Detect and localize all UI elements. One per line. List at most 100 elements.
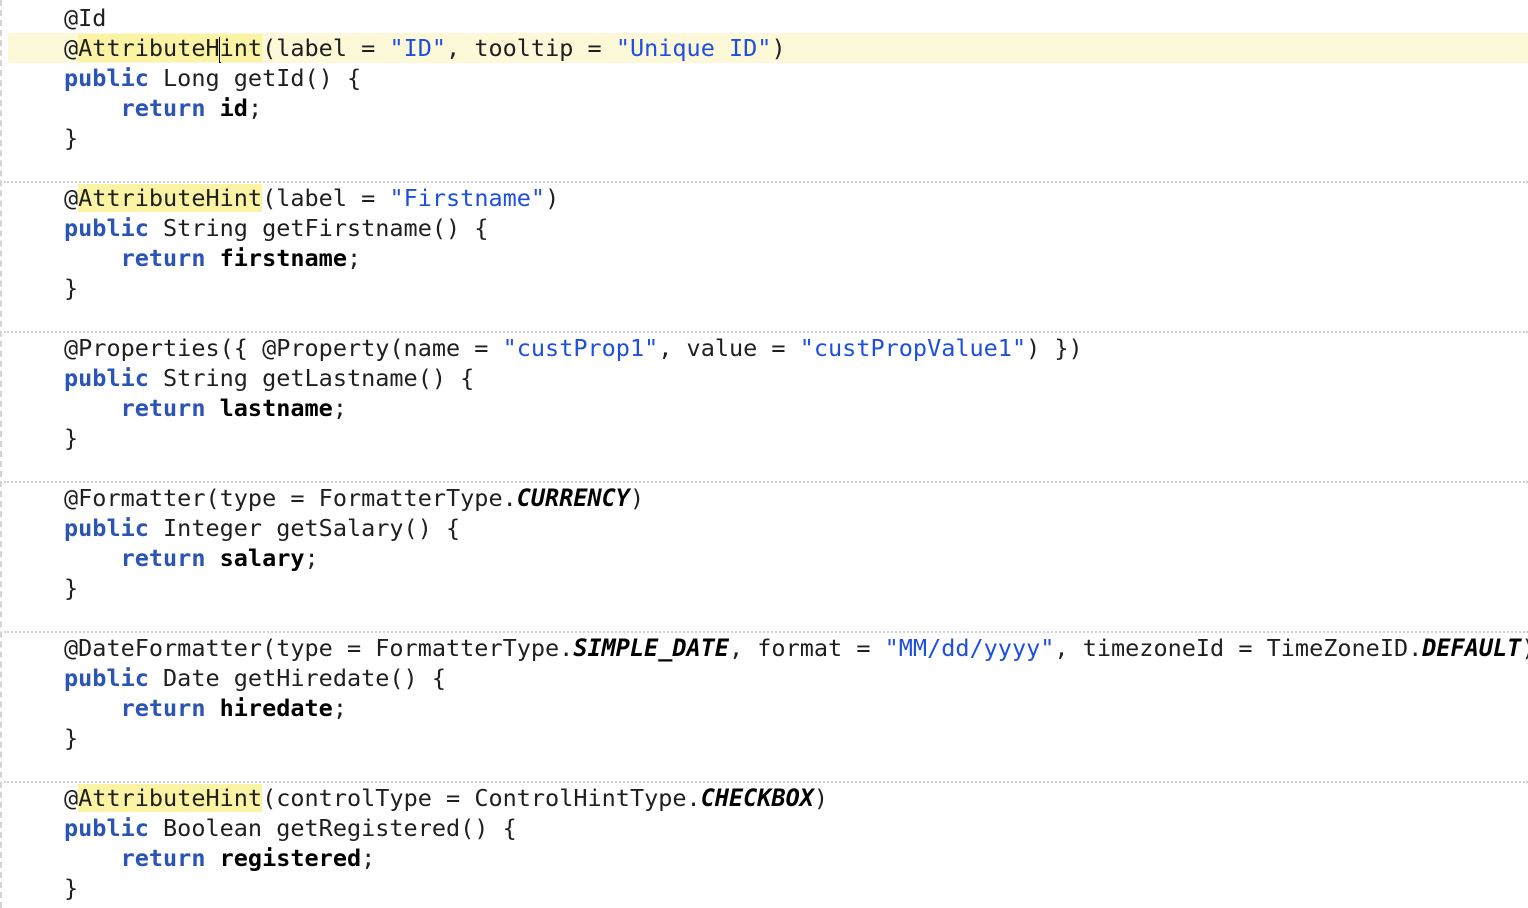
keyword-token: public <box>64 214 149 242</box>
code-line[interactable]: } <box>8 573 1528 603</box>
code-line[interactable]: } <box>8 273 1528 303</box>
code-token: String getFirstname() { <box>148 214 489 242</box>
code-token: } <box>64 724 79 752</box>
code-token: @ <box>64 784 79 812</box>
code-line[interactable]: } <box>8 873 1528 903</box>
code-line[interactable] <box>8 153 1528 183</box>
code-token: } <box>64 574 79 602</box>
code-token: ; <box>247 94 263 122</box>
code-editor[interactable]: @Id @AttributeHint(label = "ID", tooltip … <box>0 0 1528 908</box>
code-line[interactable]: public String getLastname() { <box>8 363 1528 393</box>
keyword-token: public <box>64 814 149 842</box>
string-literal-token: "MM/dd/yyyy" <box>884 634 1055 662</box>
code-token: , timezoneId = TimeZoneID. <box>1054 634 1423 662</box>
keyword-token: return <box>120 394 206 422</box>
code-text: } <box>64 873 78 903</box>
code-line[interactable]: public Integer getSalary() { <box>8 513 1528 543</box>
code-line[interactable]: } <box>8 423 1528 453</box>
code-line[interactable] <box>8 303 1528 333</box>
code-text: return salary; <box>64 543 319 573</box>
code-token: } <box>64 874 79 902</box>
code-line[interactable]: @Formatter(type = FormatterType.CURRENCY… <box>8 483 1528 513</box>
code-token: , value = <box>658 334 800 362</box>
code-token: ; <box>346 244 362 272</box>
field-token: registered <box>219 844 362 872</box>
code-line[interactable] <box>8 603 1528 633</box>
code-token: (label = <box>262 184 390 212</box>
string-literal-token: "ID" <box>389 34 447 62</box>
constant-token: CURRENCY <box>516 484 630 512</box>
code-token: , format = <box>728 634 885 662</box>
code-line[interactable]: } <box>8 723 1528 753</box>
code-line[interactable] <box>8 753 1528 783</box>
method-separator <box>4 781 1528 783</box>
code-token: @DateFormatter(type = FormatterType. <box>64 634 574 662</box>
code-token: @Formatter(type = FormatterType. <box>64 484 517 512</box>
code-token: , tooltip = <box>446 34 616 62</box>
field-token: id <box>219 94 248 122</box>
code-token: } <box>64 424 79 452</box>
code-text: @AttributeHint(controlType = ControlHint… <box>64 783 828 813</box>
code-token: ) <box>545 184 560 212</box>
keyword-token: return <box>120 544 206 572</box>
code-line[interactable]: public Boolean getRegistered() { <box>8 813 1528 843</box>
code-text: public String getFirstname() { <box>64 213 488 243</box>
code-line[interactable]: return firstname; <box>8 243 1528 273</box>
code-line[interactable]: @Id <box>8 3 1528 33</box>
code-line[interactable]: return registered; <box>8 843 1528 873</box>
code-token: @ <box>64 184 79 212</box>
code-token: } <box>64 124 79 152</box>
keyword-token: public <box>64 664 149 692</box>
constant-token: DEFAULT <box>1422 634 1522 662</box>
code-token: Integer getSalary() { <box>148 514 461 542</box>
code-text: return hiredate; <box>64 693 347 723</box>
code-line[interactable]: @DateFormatter(type = FormatterType.SIMP… <box>8 633 1528 663</box>
code-line[interactable]: public Date getHiredate() { <box>8 663 1528 693</box>
code-token: ; <box>304 544 319 572</box>
constant-token: SIMPLE_DATE <box>573 634 729 662</box>
code-line[interactable]: return lastname; <box>8 393 1528 423</box>
code-token: String getLastname() { <box>148 364 475 392</box>
keyword-token: return <box>120 94 206 122</box>
annotation-usage-highlight: AttributeH <box>78 34 220 62</box>
field-token: hiredate <box>219 694 333 722</box>
string-literal-token: "custProp1" <box>502 334 659 362</box>
code-line[interactable]: @AttributeHint(controlType = ControlHint… <box>8 783 1528 813</box>
code-text: @DateFormatter(type = FormatterType.SIMP… <box>64 633 1528 663</box>
constant-token: CHECKBOX <box>700 784 814 812</box>
code-text: @Formatter(type = FormatterType.CURRENCY… <box>64 483 644 513</box>
code-token: ) <box>813 784 829 812</box>
method-separator <box>4 631 1528 633</box>
code-line[interactable]: @Properties({ @Property(name = "custProp… <box>8 333 1528 363</box>
code-text: } <box>64 723 78 753</box>
code-line[interactable]: return salary; <box>8 543 1528 573</box>
code-text: @Properties({ @Property(name = "custProp… <box>64 333 1083 363</box>
code-line[interactable]: public String getFirstname() { <box>8 213 1528 243</box>
keyword-token: public <box>64 514 149 542</box>
code-token: Long getId() { <box>148 64 362 92</box>
code-line[interactable]: return hiredate; <box>8 693 1528 723</box>
code-line[interactable]: } <box>8 123 1528 153</box>
code-token: ) }) <box>1026 334 1083 362</box>
code-text: return firstname; <box>64 243 362 273</box>
annotation-usage-highlight: AttributeHint <box>78 184 263 212</box>
string-literal-token: "Unique ID" <box>615 34 772 62</box>
keyword-token: public <box>64 364 149 392</box>
code-token: ; <box>332 694 347 722</box>
code-token: ; <box>332 394 347 422</box>
code-line[interactable]: public Long getId() { <box>8 63 1528 93</box>
code-line[interactable] <box>8 453 1528 483</box>
code-line[interactable]: return id; <box>8 93 1528 123</box>
code-text: } <box>64 423 78 453</box>
code-token: } <box>64 274 79 302</box>
code-line-current[interactable]: @AttributeHint(label = "ID", tooltip = "… <box>8 33 1528 63</box>
code-token: Boolean getRegistered() { <box>148 814 517 842</box>
code-token: Date getHiredate() { <box>148 664 447 692</box>
code-line[interactable]: @AttributeHint(label = "Firstname") <box>8 183 1528 213</box>
